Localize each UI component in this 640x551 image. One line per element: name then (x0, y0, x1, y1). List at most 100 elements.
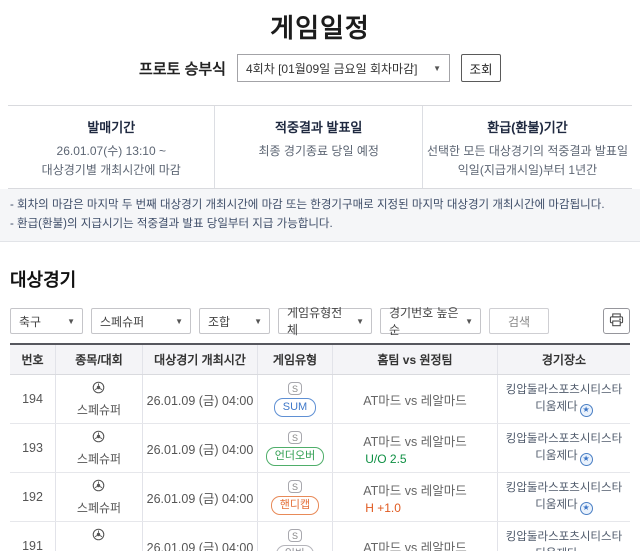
star-icon[interactable]: ★ (580, 453, 593, 466)
target-games-heading: 대상경기 (10, 266, 640, 292)
print-button[interactable] (603, 308, 630, 334)
row-teams-cell: AT마드 vs 레알마드 H +1.0 (332, 473, 497, 521)
row-venue-cell: 킹압둘라스포츠시티스타디움제다★ (497, 424, 630, 472)
row-teams-cell: AT마드 vs 레알마드 (332, 522, 497, 551)
game-type-select[interactable]: 게임유형전체 ▼ (278, 308, 372, 334)
row-venue-text: 킹압둘라스포츠시티스타디움제다 (506, 482, 622, 511)
sport-select[interactable]: 축구 ▼ (10, 308, 83, 334)
row-venue-text: 킹압둘라스포츠시티스타디움제다 (506, 384, 622, 413)
row-venue-cell: 킹압둘라스포츠시티스타디움제다★ (497, 473, 630, 521)
games-filter-row: 축구 ▼ 스페슈퍼 ▼ 조합 ▼ 게임유형전체 ▼ 경기번호 높은순 ▼ 검색 (10, 308, 630, 334)
row-teams: AT마드 vs 레알마드 (363, 537, 467, 551)
row-league: 스페슈퍼 (77, 450, 121, 467)
row-start-time: 26.01.09 (금) 04:00 (142, 522, 257, 551)
row-type-cell: S 언더오버 (257, 424, 332, 472)
row-start-time: 26.01.09 (금) 04:00 (142, 375, 257, 423)
row-type-cell: S 핸디캡 (257, 473, 332, 521)
row-league: 스페슈퍼 (77, 499, 121, 516)
row-teams-cell: AT마드 vs 레알마드 (332, 375, 497, 423)
row-venue-cell: 킹압둘라스포츠시티스타디움제다★ (497, 522, 630, 551)
game-type-badge: 일반 (276, 545, 314, 551)
info-card-title: 적중결과 발표일 (219, 117, 417, 136)
round-select-value: 4회차 [01월09일 금요일 회차마감] (246, 60, 417, 77)
note-line-refund: - 환급(환불)의 지급시기는 적중결과 발표 당일부터 지급 가능합니다. (10, 215, 630, 233)
game-type-badge: SUM (274, 398, 316, 417)
col-header-teams: 홈팀 vs 원정팀 (332, 345, 497, 374)
table-row[interactable]: 193 스페슈퍼 26.01.09 (금) 04:00 S 언더오버 AT마드 … (10, 424, 630, 473)
col-header-game-type: 게임유형 (257, 345, 332, 374)
info-card-line: 최종 경기종료 당일 예정 (219, 142, 417, 161)
info-card-result-date: 적중결과 발표일 최종 경기종료 당일 예정 (214, 106, 421, 188)
soccer-ball-icon (92, 528, 105, 546)
soccer-ball-icon (92, 479, 105, 497)
row-start-time: 26.01.09 (금) 04:00 (142, 424, 257, 472)
chevron-down-icon: ▼ (356, 317, 364, 326)
game-type-select-value: 게임유형전체 (287, 304, 350, 338)
chevron-down-icon: ▼ (175, 317, 183, 326)
chevron-down-icon: ▼ (433, 64, 441, 73)
row-number: 194 (10, 375, 55, 423)
games-table-header: 번호 종목/대회 대상경기 개최시간 게임유형 홈팀 vs 원정팀 경기장소 (10, 345, 630, 375)
table-row[interactable]: 192 스페슈퍼 26.01.09 (금) 04:00 S 핸디캡 AT마드 v… (10, 473, 630, 522)
game-type-badge: 언더오버 (266, 447, 324, 466)
col-header-number: 번호 (10, 345, 55, 374)
sport-select-value: 축구 (19, 313, 41, 330)
single-game-s-icon: S (288, 431, 302, 444)
printer-icon (609, 313, 624, 330)
star-icon[interactable]: ★ (580, 502, 593, 515)
row-league: 스페슈퍼 (77, 548, 121, 551)
info-card-line: 26.01.07(수) 13:10 ~ (12, 142, 210, 161)
col-header-venue: 경기장소 (497, 345, 630, 374)
row-teams: AT마드 vs 레알마드 (363, 480, 467, 499)
col-header-start-time: 대상경기 개최시간 (142, 345, 257, 374)
info-card-sale-period: 발매기간 26.01.07(수) 13:10 ~ 대상경기별 개최시간에 마감 (8, 106, 214, 188)
info-card-title: 환급(환불)기간 (427, 117, 628, 136)
info-card-line: 대상경기별 개최시간에 마감 (12, 161, 210, 180)
single-game-s-icon: S (288, 480, 302, 493)
sort-select-value: 경기번호 높은순 (389, 304, 459, 338)
row-venue-text: 킹압둘라스포츠시티스타디움제다 (506, 433, 622, 462)
combo-select[interactable]: 조합 ▼ (199, 308, 270, 334)
row-venue-cell: 킹압둘라스포츠시티스타디움제다★ (497, 375, 630, 423)
round-select[interactable]: 4회차 [01월09일 금요일 회차마감] ▼ (237, 54, 450, 82)
row-handicap-subline: H +1.0 (363, 501, 467, 515)
search-button[interactable]: 검색 (489, 308, 549, 334)
info-card-title: 발매기간 (12, 117, 210, 136)
row-teams-cell: AT마드 vs 레알마드 U/O 2.5 (332, 424, 497, 472)
sort-select[interactable]: 경기번호 높은순 ▼ (380, 308, 481, 334)
row-start-time: 26.01.09 (금) 04:00 (142, 473, 257, 521)
games-table: 번호 종목/대회 대상경기 개최시간 게임유형 홈팀 vs 원정팀 경기장소 1… (10, 343, 630, 551)
col-header-category: 종목/대회 (55, 345, 142, 374)
soccer-ball-icon (92, 381, 105, 399)
chevron-down-icon: ▼ (254, 317, 262, 326)
row-league: 스페슈퍼 (77, 401, 121, 418)
game-type-badge: 핸디캡 (271, 496, 319, 515)
soccer-ball-icon (92, 430, 105, 448)
row-sport-cell: 스페슈퍼 (55, 522, 142, 551)
row-sport-cell: 스페슈퍼 (55, 473, 142, 521)
chevron-down-icon: ▼ (465, 317, 473, 326)
notes-section: - 회차의 마감은 마지막 두 번째 대상경기 개최시간에 마감 또는 한경기구… (0, 189, 640, 242)
row-handicap-subline: U/O 2.5 (363, 452, 467, 466)
single-game-s-icon: S (288, 382, 302, 395)
single-game-s-icon: S (288, 529, 302, 542)
row-sport-cell: 스페슈퍼 (55, 375, 142, 423)
info-section: 발매기간 26.01.07(수) 13:10 ~ 대상경기별 개최시간에 마감 … (8, 105, 632, 189)
combo-select-value: 조합 (208, 313, 230, 330)
table-row[interactable]: 191 스페슈퍼 26.01.09 (금) 04:00 S 일반 AT마드 vs… (10, 522, 630, 551)
page-title: 게임일정 (0, 8, 640, 45)
league-select-value: 스페슈퍼 (100, 313, 144, 330)
league-select[interactable]: 스페슈퍼 ▼ (91, 308, 191, 334)
row-number: 192 (10, 473, 55, 521)
row-sport-cell: 스페슈퍼 (55, 424, 142, 472)
row-number: 191 (10, 522, 55, 551)
inquiry-button[interactable]: 조회 (461, 54, 501, 82)
note-line-deadline: - 회차의 마감은 마지막 두 번째 대상경기 개최시간에 마감 또는 한경기구… (10, 196, 630, 214)
info-card-line: 선택한 모든 대상경기의 적중결과 발표일 (427, 142, 628, 161)
chevron-down-icon: ▼ (67, 317, 75, 326)
star-icon[interactable]: ★ (580, 404, 593, 417)
row-teams: AT마드 vs 레알마드 (363, 431, 467, 450)
table-row[interactable]: 194 스페슈퍼 26.01.09 (금) 04:00 S SUM AT마드 v… (10, 375, 630, 424)
row-type-cell: S SUM (257, 375, 332, 423)
games-table-body: 194 스페슈퍼 26.01.09 (금) 04:00 S SUM AT마드 v… (10, 375, 630, 551)
